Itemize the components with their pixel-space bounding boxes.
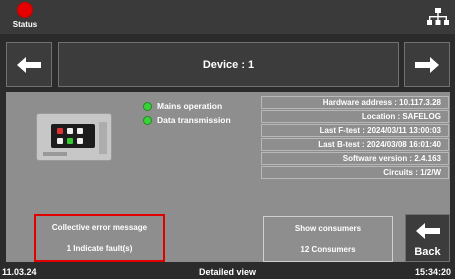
indicator-label: Mains operation	[157, 101, 223, 111]
green-led-icon	[143, 115, 152, 125]
info-hardware-address: Hardware address : 10.117.3.28	[261, 96, 449, 109]
info-software-version: Software version : 2.4.163	[261, 152, 449, 165]
status-button[interactable]: Status	[5, 2, 45, 34]
show-consumers-button[interactable]: Show consumers 12 Consumers	[263, 216, 393, 262]
arrow-left-icon	[415, 223, 440, 239]
info-last-b-test: Last B-test : 2024/03/08 16:01:40	[261, 138, 449, 151]
footer-time: 15:34:20	[414, 267, 451, 277]
consumers-count: 12 Consumers	[300, 245, 356, 254]
indicator-mains-operation: Mains operation	[143, 99, 255, 113]
status-label: Status	[12, 20, 38, 29]
error-detail: 1 Indicate fault(s)	[66, 244, 133, 253]
info-last-f-test: Last F-test : 2024/03/11 13:00:03	[261, 124, 449, 137]
status-indicator-icon	[17, 2, 33, 18]
next-device-button[interactable]	[404, 42, 450, 87]
device-image	[36, 113, 112, 161]
page-title: Device : 1	[58, 42, 399, 87]
back-button[interactable]: Back	[405, 214, 450, 262]
arrow-left-icon	[17, 56, 41, 73]
top-bar: Status	[0, 0, 455, 34]
previous-device-button[interactable]	[6, 42, 52, 87]
view-name: Detailed view	[198, 267, 257, 277]
back-label: Back	[414, 246, 441, 258]
network-icon[interactable]	[426, 7, 450, 27]
indicator-label: Data transmission	[157, 115, 231, 125]
arrow-right-icon	[415, 56, 439, 73]
info-circuits: Circuits : 1/2/W	[261, 166, 449, 179]
info-location: Location : SAFELOG	[261, 110, 449, 123]
collective-error-button[interactable]: Collective error message 1 Indicate faul…	[34, 214, 165, 262]
device-info-list: Hardware address : 10.117.3.28 Location …	[261, 96, 449, 180]
footer-bar: Detailed view 11.03.24 15:34:20	[0, 265, 455, 279]
footer-date: 11.03.24	[2, 267, 37, 277]
status-indicators: Mains operation Data transmission	[143, 99, 255, 127]
consumers-title: Show consumers	[294, 224, 362, 233]
indicator-data-transmission: Data transmission	[143, 113, 255, 127]
error-title: Collective error message	[51, 223, 148, 232]
green-led-icon	[143, 101, 152, 111]
